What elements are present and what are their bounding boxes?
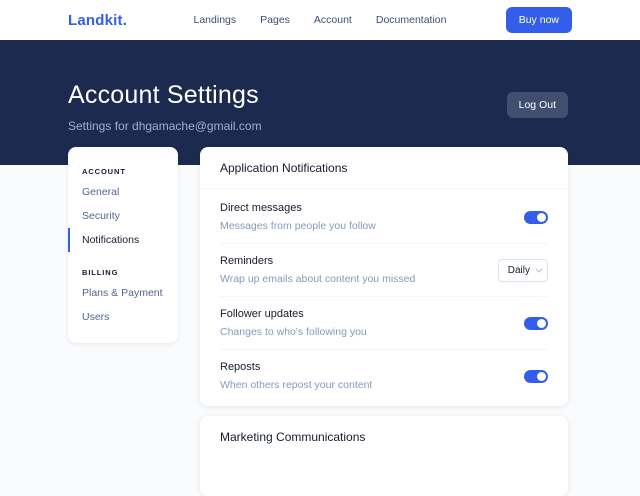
sidebar-item-users[interactable]: Users: [68, 305, 178, 329]
reminders-frequency-select[interactable]: Daily: [498, 259, 548, 282]
sidebar-item-plans-payment[interactable]: Plans & Payment: [68, 281, 178, 305]
settings-sidebar: ACCOUNT General Security Notifications B…: [68, 147, 178, 343]
nav-links: Landings Pages Account Documentation: [194, 14, 447, 26]
setting-description: Wrap up emails about content you missed: [220, 273, 415, 285]
setting-description: When others repost your content: [220, 379, 372, 391]
setting-title: Reposts: [220, 361, 372, 373]
setting-text: Follower updates Changes to who's follow…: [220, 308, 367, 338]
sidebar-item-security[interactable]: Security: [68, 204, 178, 228]
page-subtitle: Settings for dhgamache@gmail.com: [68, 119, 262, 133]
reposts-toggle[interactable]: [524, 370, 548, 383]
card-title-application-notifications: Application Notifications: [200, 147, 568, 189]
setting-text: Reminders Wrap up emails about content y…: [220, 255, 415, 285]
sidebar-item-general[interactable]: General: [68, 180, 178, 204]
buy-now-button[interactable]: Buy now: [506, 7, 572, 33]
log-out-button[interactable]: Log Out: [507, 92, 568, 118]
toggle-knob: [537, 319, 546, 328]
setting-title: Direct messages: [220, 202, 376, 214]
notification-settings-list: Direct messages Messages from people you…: [200, 189, 568, 406]
setting-row-direct-messages: Direct messages Messages from people you…: [200, 191, 568, 243]
direct-messages-toggle[interactable]: [524, 211, 548, 224]
page-header-text: Account Settings Settings for dhgamache@…: [68, 73, 262, 133]
nav-item-pages[interactable]: Pages: [260, 14, 290, 26]
follower-updates-toggle[interactable]: [524, 317, 548, 330]
page-title: Account Settings: [68, 81, 262, 110]
nav-item-account[interactable]: Account: [314, 14, 352, 26]
setting-row-reposts: Reposts When others repost your content: [200, 350, 568, 402]
setting-description: Changes to who's following you: [220, 326, 367, 338]
top-navbar: Landkit. Landings Pages Account Document…: [0, 0, 640, 40]
nav-item-landings[interactable]: Landings: [194, 14, 237, 26]
application-notifications-card: Application Notifications Direct message…: [200, 147, 568, 406]
sidebar-item-notifications[interactable]: Notifications: [68, 228, 178, 252]
setting-row-reminders: Reminders Wrap up emails about content y…: [200, 244, 568, 296]
toggle-knob: [537, 372, 546, 381]
setting-text: Reposts When others repost your content: [220, 361, 372, 391]
sidebar-section-account: ACCOUNT: [68, 159, 178, 180]
sidebar-section-billing: BILLING: [68, 252, 178, 281]
chevron-down-icon: [535, 265, 542, 272]
setting-text: Direct messages Messages from people you…: [220, 202, 376, 232]
setting-title: Reminders: [220, 255, 415, 267]
setting-title: Follower updates: [220, 308, 367, 320]
setting-description: Messages from people you follow: [220, 220, 376, 232]
marketing-communications-card: Marketing Communications: [200, 416, 568, 496]
brand-logo[interactable]: Landkit.: [68, 12, 127, 29]
select-value: Daily: [508, 265, 530, 276]
setting-row-follower-updates: Follower updates Changes to who's follow…: [200, 297, 568, 349]
nav-item-documentation[interactable]: Documentation: [376, 14, 447, 26]
toggle-knob: [537, 213, 546, 222]
